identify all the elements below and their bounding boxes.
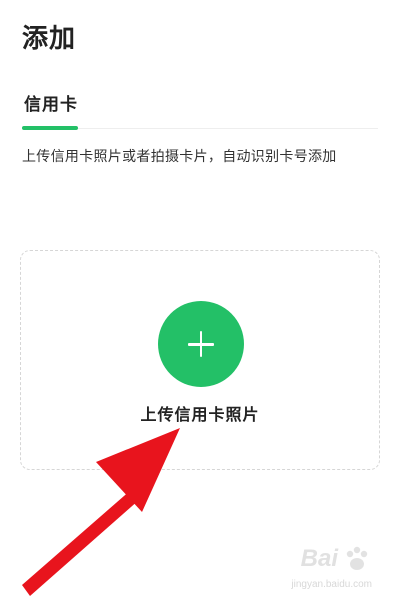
upload-credit-card-area[interactable]: 上传信用卡照片 xyxy=(20,250,380,470)
plus-icon-vertical xyxy=(199,331,203,357)
add-photo-button[interactable] xyxy=(158,301,244,387)
page-title: 添加 xyxy=(22,24,77,54)
baidu-watermark: Bai xyxy=(301,544,372,574)
tab-bar: 信用卡 xyxy=(22,78,378,130)
tab-credit-card-label: 信用卡 xyxy=(24,95,78,115)
description-text: 上传信用卡照片或者拍摄卡片，自动识别卡号添加 xyxy=(22,149,337,165)
watermark-url: jingyan.baidu.com xyxy=(291,579,372,590)
watermark-brand: Bai xyxy=(300,545,338,572)
tab-credit-card[interactable]: 信用卡 xyxy=(22,78,78,130)
paw-icon xyxy=(346,546,368,570)
add-card-page: 添加 信用卡 上传信用卡照片或者拍摄卡片，自动识别卡号添加 上传信用卡照片 Ba… xyxy=(0,0,400,600)
active-tab-indicator xyxy=(22,126,78,130)
upload-label: 上传信用卡照片 xyxy=(140,405,260,424)
